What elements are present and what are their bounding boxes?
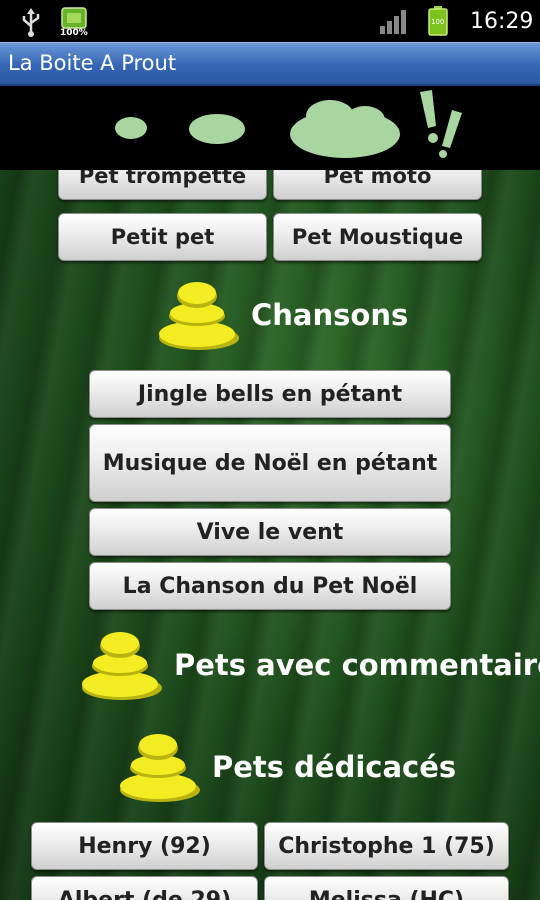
app-badge: 100% <box>60 28 88 38</box>
usb-icon <box>22 8 40 37</box>
status-bar: 100% 100 16:29 <box>0 0 540 42</box>
song-button-musique-noel[interactable]: Musique de Noël en pétant <box>89 424 451 502</box>
sound-button-pet-moto[interactable]: Pet moto <box>273 170 482 200</box>
poop-icon <box>82 632 162 700</box>
section-dedicaces[interactable]: Pets dédicacés <box>116 730 456 804</box>
dedication-button-albert[interactable]: Albert (de 29) <box>31 876 258 900</box>
fart-cloud-icon <box>115 90 462 158</box>
section-title-commentaires: Pets avec commentaires <box>174 648 540 682</box>
title-bar: La Boite A Prout <box>0 42 540 86</box>
battery-icon: 100 <box>428 6 448 40</box>
section-chansons[interactable]: Chansons <box>155 278 408 352</box>
poop-icon <box>159 282 239 350</box>
song-button-chanson-pet-noel[interactable]: La Chanson du Pet Noël <box>89 562 451 610</box>
battery-label: 100 <box>431 18 445 26</box>
section-title-dedicaces: Pets dédicacés <box>212 750 457 784</box>
sound-list[interactable]: Pet trompette Pet moto Petit pet Pet Mou… <box>0 170 540 900</box>
signal-icon <box>380 10 406 34</box>
sound-button-pet-trompette[interactable]: Pet trompette <box>58 170 267 200</box>
section-commentaires[interactable]: Pets avec commentaires <box>78 628 540 702</box>
dedication-button-melissa[interactable]: Melissa (HC) <box>264 876 509 900</box>
song-button-jingle-bells[interactable]: Jingle bells en pétant <box>89 370 451 418</box>
section-title-chansons: Chansons <box>251 298 409 332</box>
dedication-button-christophe[interactable]: Christophe 1 (75) <box>264 822 509 870</box>
app-title: La Boite A Prout <box>8 51 177 75</box>
sound-button-pet-moustique[interactable]: Pet Moustique <box>273 213 482 261</box>
clock: 16:29 <box>470 9 534 34</box>
app-notification-icon: 100% <box>60 6 88 42</box>
poop-icon <box>120 734 200 802</box>
header-banner <box>0 86 540 170</box>
song-button-vive-le-vent[interactable]: Vive le vent <box>89 508 451 556</box>
sound-button-petit-pet[interactable]: Petit pet <box>58 213 267 261</box>
dedication-button-henry[interactable]: Henry (92) <box>31 822 258 870</box>
